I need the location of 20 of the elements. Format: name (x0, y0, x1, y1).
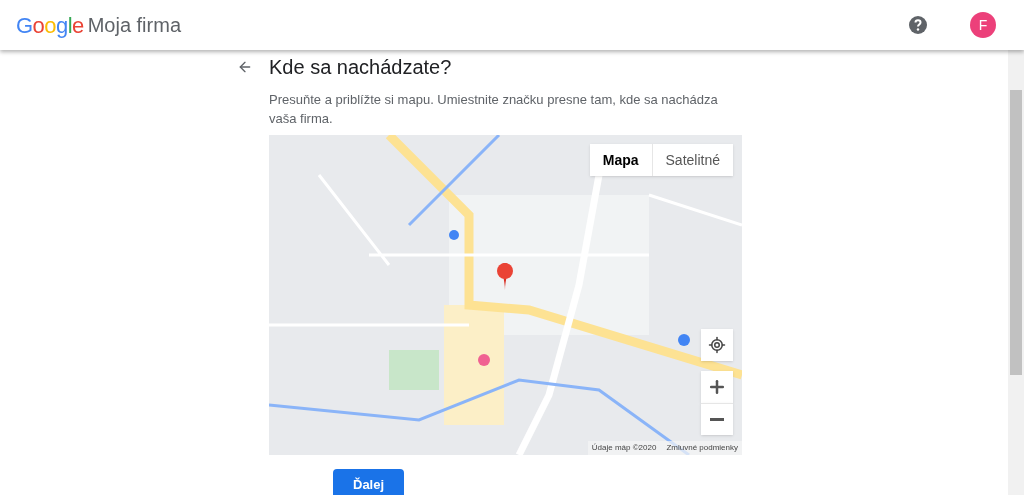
page-title: Kde sa nachádzate? (269, 55, 452, 80)
my-location-button[interactable] (701, 329, 733, 361)
scrollbar[interactable] (1008, 50, 1024, 495)
account-avatar[interactable]: F (970, 12, 996, 38)
back-button[interactable] (237, 59, 253, 75)
zoom-in-button[interactable] (701, 371, 733, 403)
map-type-tab[interactable]: Mapa (589, 144, 652, 176)
minus-icon (710, 418, 724, 421)
plus-icon (707, 377, 727, 397)
zoom-out-button[interactable] (701, 403, 733, 435)
terms-link[interactable]: Zmluvné podmienky (666, 442, 738, 454)
locate-icon (708, 336, 726, 354)
help-icon[interactable] (908, 15, 928, 35)
map-attribution: Údaje máp ©2020 (591, 442, 657, 454)
map-view[interactable]: Mapa Satelitné Údaje máp ©2020 Zmluvné podmienky (269, 135, 742, 455)
map-type-tab[interactable]: Satelitné (651, 144, 733, 176)
instruction-text: Presuňte a priblížte si mapu. Umiestnite značku presne tam, kde sa nachádza vaša firma. (269, 91, 719, 128)
next-button[interactable]: Ďalej (333, 469, 405, 495)
product-name: Moja firma (87, 13, 181, 38)
google-logo[interactable]: Google (16, 8, 84, 42)
